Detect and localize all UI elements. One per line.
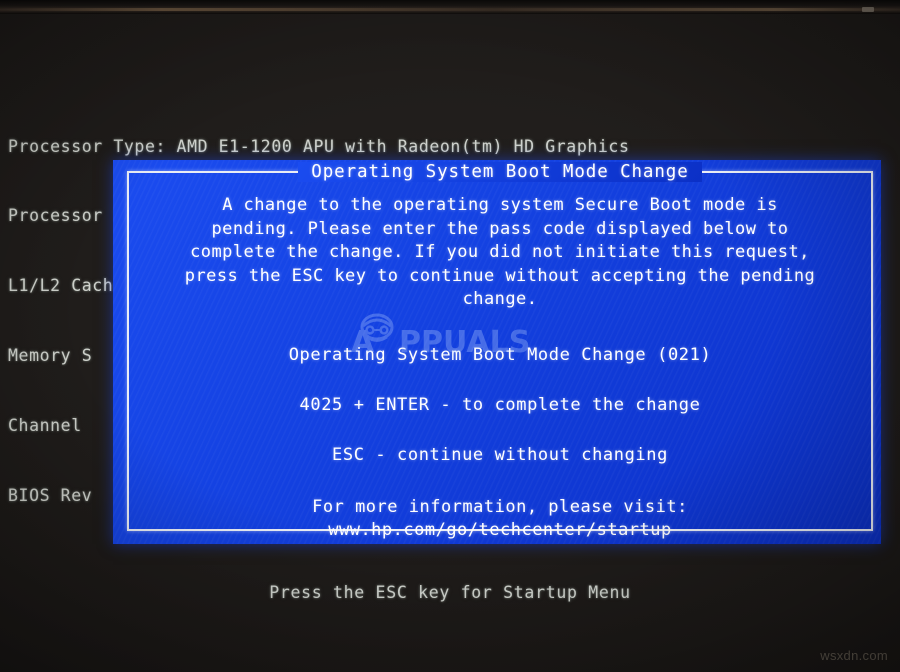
monitor-bezel: [0, 0, 900, 14]
startup-menu-prompt: Press the ESC key for Startup Menu: [269, 583, 631, 602]
dialog-message-paragraph: A change to the operating system Secure …: [129, 194, 871, 312]
support-url: www.hp.com/go/techcenter/startup: [328, 520, 672, 540]
dialog-footer: For more information, please visit: www.…: [129, 496, 871, 543]
dialog-title-bar: Operating System Boot Mode Change: [127, 160, 873, 184]
message-line-1: A change to the operating system Secure …: [222, 195, 778, 215]
esc-continue-instruction: ESC - continue without changing: [332, 444, 668, 465]
message-line-2: pending. Please enter the pass code disp…: [211, 218, 789, 239]
bezel-speck: [862, 7, 874, 12]
screen-photograph: Processor Type: AMD E1-1200 APU with Rad…: [0, 0, 900, 672]
message-line-3: complete the change. If you did not init…: [190, 242, 810, 262]
bezel-highlight: [0, 8, 900, 11]
dialog-title: Operating System Boot Mode Change: [298, 162, 702, 182]
site-watermark: wsxdn.com: [820, 648, 888, 663]
more-information-label: For more information, please visit:: [312, 496, 688, 517]
pass-code-enter-instruction: 4025 + ENTER - to complete the change: [299, 394, 701, 415]
boot-mode-change-dialog: Operating System Boot Mode Change A chan…: [113, 160, 881, 544]
boot-mode-change-id-line: Operating System Boot Mode Change (021): [288, 344, 712, 365]
message-line-5: change.: [462, 289, 538, 309]
message-line-4: press the ESC key to continue without ac…: [184, 265, 816, 286]
dialog-body: A change to the operating system Secure …: [129, 194, 871, 540]
post-line-processor-type: Processor Type: AMD E1-1200 APU with Rad…: [8, 136, 630, 156]
